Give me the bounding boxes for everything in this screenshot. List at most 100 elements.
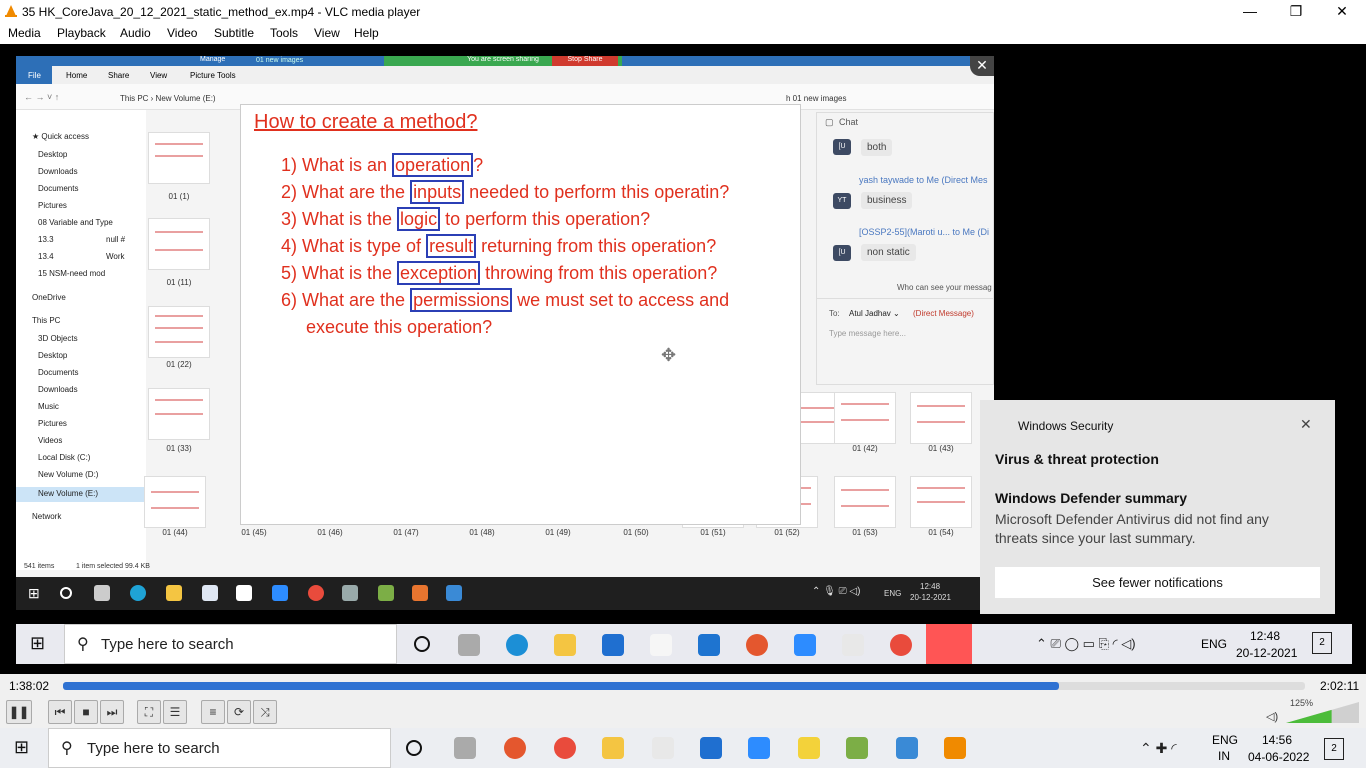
file-explorer-icon[interactable]: [166, 585, 182, 601]
nav-arrows-icon[interactable]: ← → ˅ ↑: [24, 92, 59, 102]
menu-playback[interactable]: Playback: [57, 26, 106, 40]
fullscreen-icon[interactable]: ⛶: [137, 700, 161, 724]
sidebar-item[interactable]: Desktop: [38, 150, 67, 159]
sidebar-item[interactable]: Pictures: [38, 201, 67, 210]
sidebar-item-selected[interactable]: New Volume (E:): [38, 489, 98, 498]
tray-time[interactable]: 12:48: [1250, 629, 1280, 643]
chat-input[interactable]: Type message here...: [829, 329, 906, 338]
sidebar-item[interactable]: New Volume (D:): [38, 470, 98, 479]
snipping-icon[interactable]: [652, 737, 674, 759]
file-label[interactable]: 01 (44): [144, 528, 206, 537]
file-label[interactable]: 01 (33): [148, 444, 210, 453]
menu-tools[interactable]: Tools: [270, 26, 298, 40]
file-thumbnail[interactable]: [148, 388, 210, 440]
sticky-notes-icon[interactable]: [798, 737, 820, 759]
sidebar-item[interactable]: Videos: [38, 436, 62, 445]
sidebar-item[interactable]: 08 Variable and Type: [38, 218, 142, 227]
file-label[interactable]: 01 (49): [527, 528, 589, 537]
breadcrumb[interactable]: This PC › New Volume (E:): [120, 94, 216, 103]
tray-time[interactable]: 12:48: [920, 582, 940, 591]
elapsed-time[interactable]: 1:38:02: [9, 679, 49, 693]
file-label[interactable]: 01 (54): [910, 528, 972, 537]
notification-close-icon[interactable]: ✕: [1300, 416, 1312, 433]
sidebar-item[interactable]: 13.4: [38, 252, 54, 261]
edge-icon[interactable]: [506, 634, 528, 656]
next-icon[interactable]: ⏭: [100, 700, 124, 724]
paint-icon[interactable]: [378, 585, 394, 601]
file-label[interactable]: 01 (50): [605, 528, 667, 537]
speaker-icon[interactable]: ◁): [1266, 710, 1278, 723]
previous-icon[interactable]: ⏮: [48, 700, 72, 724]
photos-icon[interactable]: [446, 585, 462, 601]
windows-start-icon[interactable]: ⊞: [14, 737, 29, 758]
close-button[interactable]: ✕: [1319, 0, 1365, 23]
sidebar-item[interactable]: 15 NSM-need mod: [38, 269, 142, 278]
tray-region[interactable]: IN: [1218, 749, 1230, 763]
taskbar-search-box[interactable]: ⚲ Type here to search: [64, 624, 397, 664]
chat-visibility-note[interactable]: Who can see your messag: [897, 283, 992, 292]
file-label[interactable]: 01 (48): [451, 528, 513, 537]
stop-icon[interactable]: ■: [74, 700, 98, 724]
notification-center-icon[interactable]: 2: [1312, 632, 1332, 654]
file-thumbnail[interactable]: [148, 218, 210, 270]
cortana-icon[interactable]: [414, 636, 430, 652]
sidebar-item[interactable]: Documents: [38, 184, 78, 193]
chat-recipient-select[interactable]: Atul Jadhav ⌄: [849, 309, 900, 318]
file-explorer-icon[interactable]: [602, 737, 624, 759]
menu-audio[interactable]: Audio: [120, 26, 151, 40]
zoom-icon[interactable]: [748, 737, 770, 759]
record-app-icon[interactable]: [746, 634, 768, 656]
menu-view[interactable]: View: [314, 26, 340, 40]
task-view-icon[interactable]: [454, 737, 476, 759]
taskbar-search-box[interactable]: ⚲ Type here to search: [48, 728, 391, 768]
chrome-icon[interactable]: [554, 737, 576, 759]
app-icon[interactable]: [412, 585, 428, 601]
cortana-icon[interactable]: [406, 740, 422, 756]
tray-date[interactable]: 20-12-2021: [910, 593, 951, 602]
file-label[interactable]: 01 (47): [375, 528, 437, 537]
active-app-icon[interactable]: [926, 624, 972, 664]
store-icon[interactable]: [202, 585, 218, 601]
loop-icon[interactable]: ⟳: [227, 700, 251, 724]
vlc-icon[interactable]: [944, 737, 966, 759]
sidebar-item[interactable]: Downloads: [38, 385, 78, 394]
minimize-button[interactable]: —: [1227, 0, 1273, 23]
file-thumbnail[interactable]: [910, 476, 972, 528]
tray-date[interactable]: 04-06-2022: [1248, 750, 1309, 764]
file-label[interactable]: 01 (51): [682, 528, 744, 537]
file-label[interactable]: 01 (43): [910, 444, 972, 453]
chrome-icon[interactable]: [890, 634, 912, 656]
photos-icon[interactable]: [896, 737, 918, 759]
shuffle-icon[interactable]: ⤨: [253, 700, 277, 724]
store-icon[interactable]: [602, 634, 624, 656]
task-view-icon[interactable]: [458, 634, 480, 656]
pause-button[interactable]: ❚❚: [6, 700, 32, 724]
tray-icons[interactable]: ⌃ 🎙 ⎚ ◁): [812, 586, 860, 597]
record-app-icon[interactable]: [504, 737, 526, 759]
tray-lang[interactable]: ENG: [1212, 733, 1238, 747]
share-close-icon[interactable]: ✕: [970, 56, 994, 76]
mail-icon[interactable]: [236, 585, 252, 601]
file-label[interactable]: 01 (46): [299, 528, 361, 537]
video-area[interactable]: You are screen sharing Stop Share Manage…: [0, 44, 1366, 674]
task-view-icon[interactable]: [94, 585, 110, 601]
tray-lang[interactable]: ENG: [884, 589, 901, 598]
ribbon-file-tab[interactable]: File: [16, 66, 52, 84]
sidebar-item[interactable]: Music: [38, 402, 59, 411]
ribbon-picture-tools-tab[interactable]: Picture Tools: [190, 71, 236, 80]
menu-help[interactable]: Help: [354, 26, 379, 40]
cortana-icon[interactable]: [60, 587, 72, 599]
file-label[interactable]: 01 (22): [148, 360, 210, 369]
file-label[interactable]: 01 (45): [223, 528, 285, 537]
sidebar-item[interactable]: OneDrive: [32, 293, 66, 302]
file-thumbnail[interactable]: [834, 476, 896, 528]
tray-time[interactable]: 14:56: [1262, 733, 1292, 747]
store-icon[interactable]: [700, 737, 722, 759]
windows-start-icon[interactable]: ⊞: [28, 585, 44, 601]
notepad-icon[interactable]: [846, 737, 868, 759]
file-label[interactable]: 01 (11): [148, 278, 210, 287]
extended-settings-icon[interactable]: ☰: [163, 700, 187, 724]
sidebar-item[interactable]: 13.3: [38, 235, 54, 244]
file-label[interactable]: 01 (1): [148, 192, 210, 201]
sidebar-item[interactable]: Pictures: [38, 419, 67, 428]
